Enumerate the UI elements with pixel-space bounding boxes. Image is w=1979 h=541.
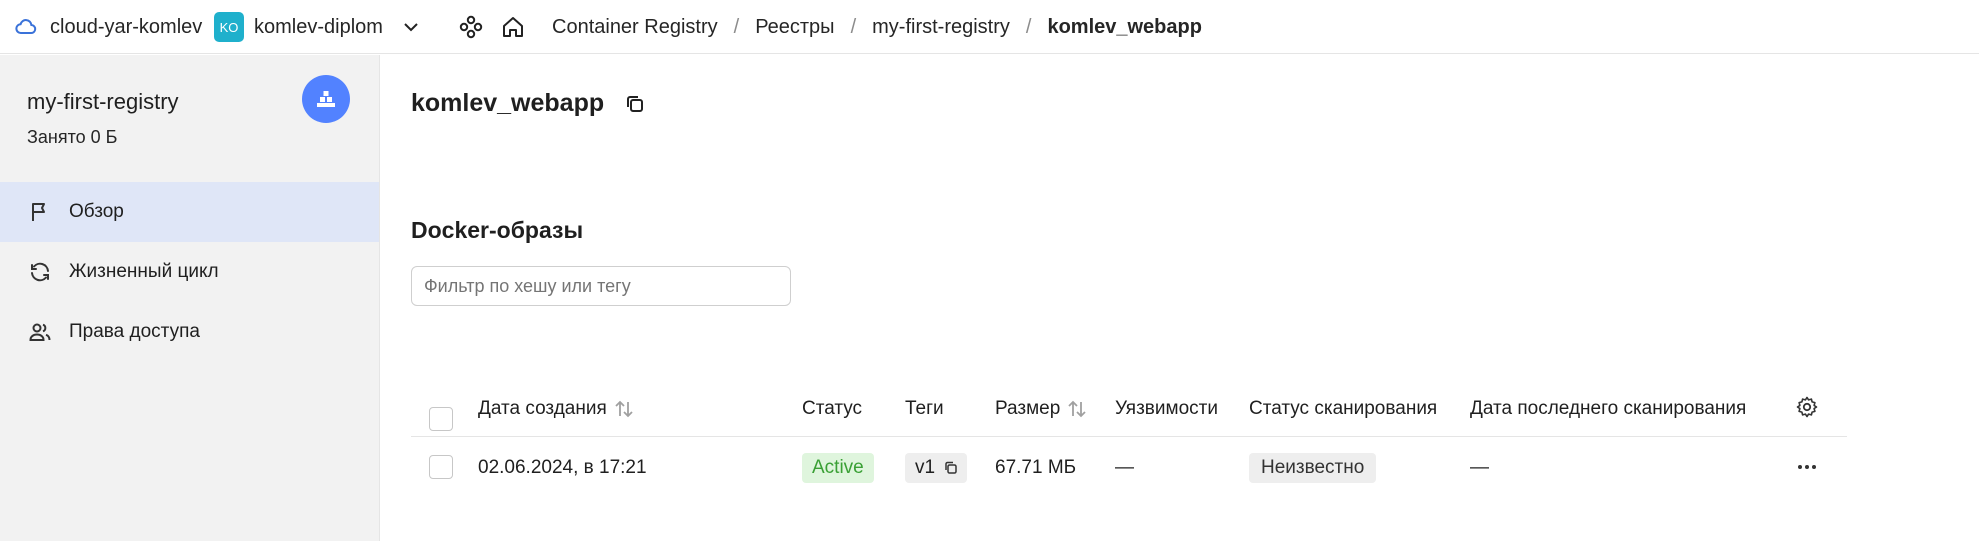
breadcrumb-separator: / <box>733 15 740 38</box>
breadcrumb-separator: / <box>1025 15 1032 38</box>
sidebar-item-label: Права доступа <box>69 321 200 342</box>
cell-tags: v1 <box>905 450 968 485</box>
top-bar: cloud-yar-komlev KO komlev-diplom Contai… <box>0 0 1979 54</box>
cell-date: 02.06.2024, в 17:21 <box>478 456 647 478</box>
sidebar-item-lifecycle[interactable]: Жизненный цикл <box>0 242 379 302</box>
sidebar-item-overview[interactable]: Обзор <box>0 182 379 242</box>
registry-avatar <box>302 75 350 123</box>
column-header-last-scan: Дата последнего сканирования <box>1470 398 1746 420</box>
column-header-status: Статус <box>802 398 862 420</box>
section-title: Docker-образы <box>411 217 584 243</box>
copy-icon[interactable] <box>943 460 959 476</box>
registry-name: my-first-registry <box>27 89 179 114</box>
page-title: komlev_webapp <box>411 89 605 117</box>
column-label: Дата создания <box>478 398 607 419</box>
folder-badge: KO <box>214 12 244 42</box>
column-label: Статус <box>802 398 863 419</box>
sidebar-item-label: Жизненный цикл <box>69 261 219 282</box>
folder-selector[interactable]: KO komlev-diplom <box>214 0 421 54</box>
registry-usage: Занято 0 Б <box>27 127 118 147</box>
breadcrumb-current: komlev_webapp <box>1047 15 1202 38</box>
home-button[interactable] <box>500 0 526 54</box>
column-header-tags: Теги <box>905 398 944 420</box>
services-button[interactable] <box>458 0 484 54</box>
tag-label: v1 <box>915 456 936 478</box>
column-label: Теги <box>905 398 944 419</box>
sort-icon[interactable] <box>613 399 635 419</box>
tag-chip[interactable]: v1 <box>905 452 968 483</box>
filter-input[interactable] <box>411 266 791 306</box>
users-icon <box>29 323 51 341</box>
sidebar-item-label: Обзор <box>69 201 124 222</box>
select-all-checkbox[interactable] <box>429 407 453 431</box>
more-actions-icon[interactable] <box>1795 455 1819 479</box>
breadcrumb-item[interactable]: my-first-registry <box>872 16 1010 39</box>
row-checkbox[interactable] <box>429 455 453 479</box>
sort-icon[interactable] <box>1066 399 1088 419</box>
chevron-down-icon[interactable] <box>401 17 421 37</box>
scan-status-badge: Неизвестно <box>1249 452 1377 483</box>
column-header-scan-status: Статус сканирования <box>1249 398 1437 420</box>
flag-icon <box>32 203 45 221</box>
sidebar-item-access-rights[interactable]: Права доступа <box>0 302 379 362</box>
gear-icon[interactable] <box>1795 395 1819 419</box>
breadcrumb-item[interactable]: Реестры <box>755 16 834 39</box>
column-label: Дата последнего сканирования <box>1470 398 1747 419</box>
cell-last-scan: — <box>1470 456 1489 478</box>
column-header-date[interactable]: Дата создания <box>478 398 635 420</box>
services-icon <box>459 15 483 39</box>
column-header-size[interactable]: Размер <box>995 398 1088 420</box>
breadcrumb-separator: / <box>850 15 857 38</box>
cell-scan-status: Неизвестно <box>1249 450 1377 485</box>
folder-name: komlev-diplom <box>254 15 383 38</box>
column-label: Статус сканирования <box>1249 398 1438 419</box>
container-registry-icon <box>317 91 335 107</box>
cell-size: 67.71 МБ <box>995 456 1077 478</box>
breadcrumb-item[interactable]: Container Registry <box>552 16 718 39</box>
home-icon <box>503 17 523 37</box>
breadcrumb: Container Registry / Реестры / my-first-… <box>552 0 1202 54</box>
column-label: Размер <box>995 398 1061 419</box>
refresh-icon <box>31 262 49 282</box>
column-label: Уязвимости <box>1115 398 1218 419</box>
cloud-icon <box>15 19 37 34</box>
cloud-name: cloud-yar-komlev <box>50 15 203 38</box>
sidebar: my-first-registry Занято 0 Б Обзор Жизне… <box>0 55 380 541</box>
main-content: komlev_webapp Docker-образы Дата создани… <box>381 55 1979 541</box>
cell-vulnerabilities: — <box>1115 456 1134 478</box>
cloud-selector[interactable]: cloud-yar-komlev <box>14 0 202 54</box>
column-header-vulnerabilities: Уязвимости <box>1115 398 1218 420</box>
copy-icon[interactable] <box>624 93 646 115</box>
status-badge: Active <box>802 452 874 483</box>
cell-status: Active <box>802 450 874 485</box>
